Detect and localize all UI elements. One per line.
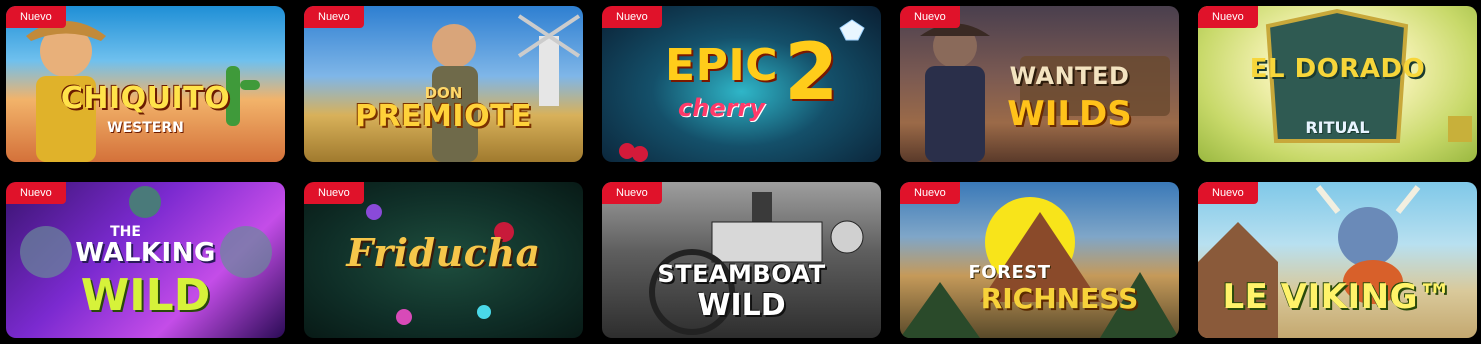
game-title: EL DORADO <box>1249 54 1426 84</box>
game-title: PREMIOTE <box>354 99 533 134</box>
game-title: WANTED <box>1009 62 1130 90</box>
game-tile-chiquito-western[interactable]: Nuevo CHIQUITO WESTERN <box>6 6 285 162</box>
game-subtitle: WILD <box>697 288 786 323</box>
game-title: FOREST <box>968 262 1051 283</box>
game-title: STEAMBOAT <box>657 260 826 288</box>
new-badge: Nuevo <box>1198 182 1258 204</box>
game-grid: Nuevo CHIQUITO WESTERN Nuevo DON PREMIOT… <box>6 6 1477 338</box>
new-badge: Nuevo <box>1198 6 1258 28</box>
game-tile-steamboat-wild[interactable]: Nuevo STEAMBOAT WILD <box>602 182 881 338</box>
game-subtitle: WESTERN <box>107 120 184 136</box>
new-badge: Nuevo <box>602 182 662 204</box>
game-subtitle: RICHNESS <box>980 282 1139 315</box>
game-number: 2 <box>784 28 839 118</box>
new-badge: Nuevo <box>6 182 66 204</box>
game-tile-friducha[interactable]: Nuevo Friducha <box>304 182 583 338</box>
game-artwork <box>1265 8 1472 143</box>
game-title: Friducha <box>346 230 541 275</box>
game-tile-don-premiote[interactable]: Nuevo DON PREMIOTE <box>304 6 583 162</box>
game-subtitle: RITUAL <box>1305 118 1370 137</box>
game-tile-epic-cherry-2[interactable]: Nuevo EPIC cherry 2 <box>602 6 881 162</box>
game-title: CHIQUITO <box>60 81 231 116</box>
game-tile-forest-richness[interactable]: Nuevo FOREST RICHNESS <box>900 182 1179 338</box>
new-badge: Nuevo <box>304 6 364 28</box>
game-subtitle: WILD <box>80 270 211 321</box>
game-subtitle: WILDS <box>1007 94 1132 134</box>
new-badge: Nuevo <box>6 6 66 28</box>
game-tile-wanted-wilds[interactable]: Nuevo WANTED WILDS <box>900 6 1179 162</box>
game-title: WALKING <box>75 238 216 268</box>
new-badge: Nuevo <box>900 6 960 28</box>
new-badge: Nuevo <box>900 182 960 204</box>
game-tile-el-dorado-ritual[interactable]: Nuevo EL DORADO RITUAL <box>1198 6 1477 162</box>
new-badge: Nuevo <box>602 6 662 28</box>
game-tile-the-walking-wild[interactable]: Nuevo THE WALKING WILD <box>6 182 285 338</box>
new-badge: Nuevo <box>304 182 364 204</box>
game-title: LE VIKING™ <box>1222 277 1453 317</box>
game-tile-le-viking[interactable]: Nuevo LE VIKING™ <box>1198 182 1477 338</box>
